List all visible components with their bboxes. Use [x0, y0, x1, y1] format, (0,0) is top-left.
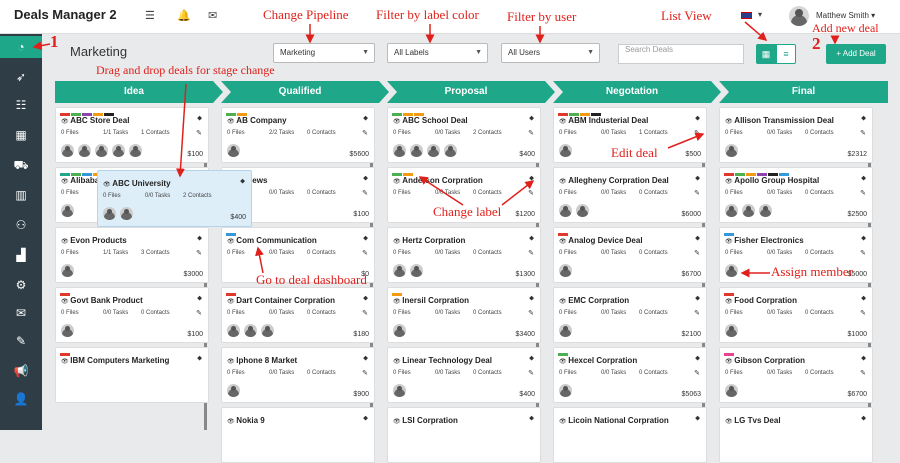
annotation-number-2: 2 — [812, 34, 821, 53]
annotation-filter-label: Filter by label color — [376, 7, 479, 22]
arrow-line — [667, 132, 705, 149]
annotation-assign-member: Assign member — [771, 264, 853, 279]
arrow-line — [32, 41, 51, 51]
annotation-go-dashboard: Go to deal dashboard — [256, 272, 367, 287]
arrow-line — [255, 246, 264, 274]
annotation-edit-deal: Edit deal — [611, 145, 658, 160]
arrow-line — [744, 21, 768, 41]
annotation-filter-user: Filter by user — [507, 9, 577, 24]
annotation-change-pipeline: Change Pipeline — [263, 7, 349, 22]
annotation-number-1: 1 — [50, 32, 59, 51]
annotation-drag-drop: Drag and drop deals for stage change — [96, 63, 275, 77]
annotation-list-view: List View — [661, 8, 712, 23]
annotation-change-label: Change label — [433, 204, 502, 219]
arrow-line — [175, 83, 187, 178]
arrow-line — [501, 180, 535, 206]
arrow-line — [418, 176, 464, 206]
annotation-add-new-deal: Add new deal — [812, 21, 879, 35]
